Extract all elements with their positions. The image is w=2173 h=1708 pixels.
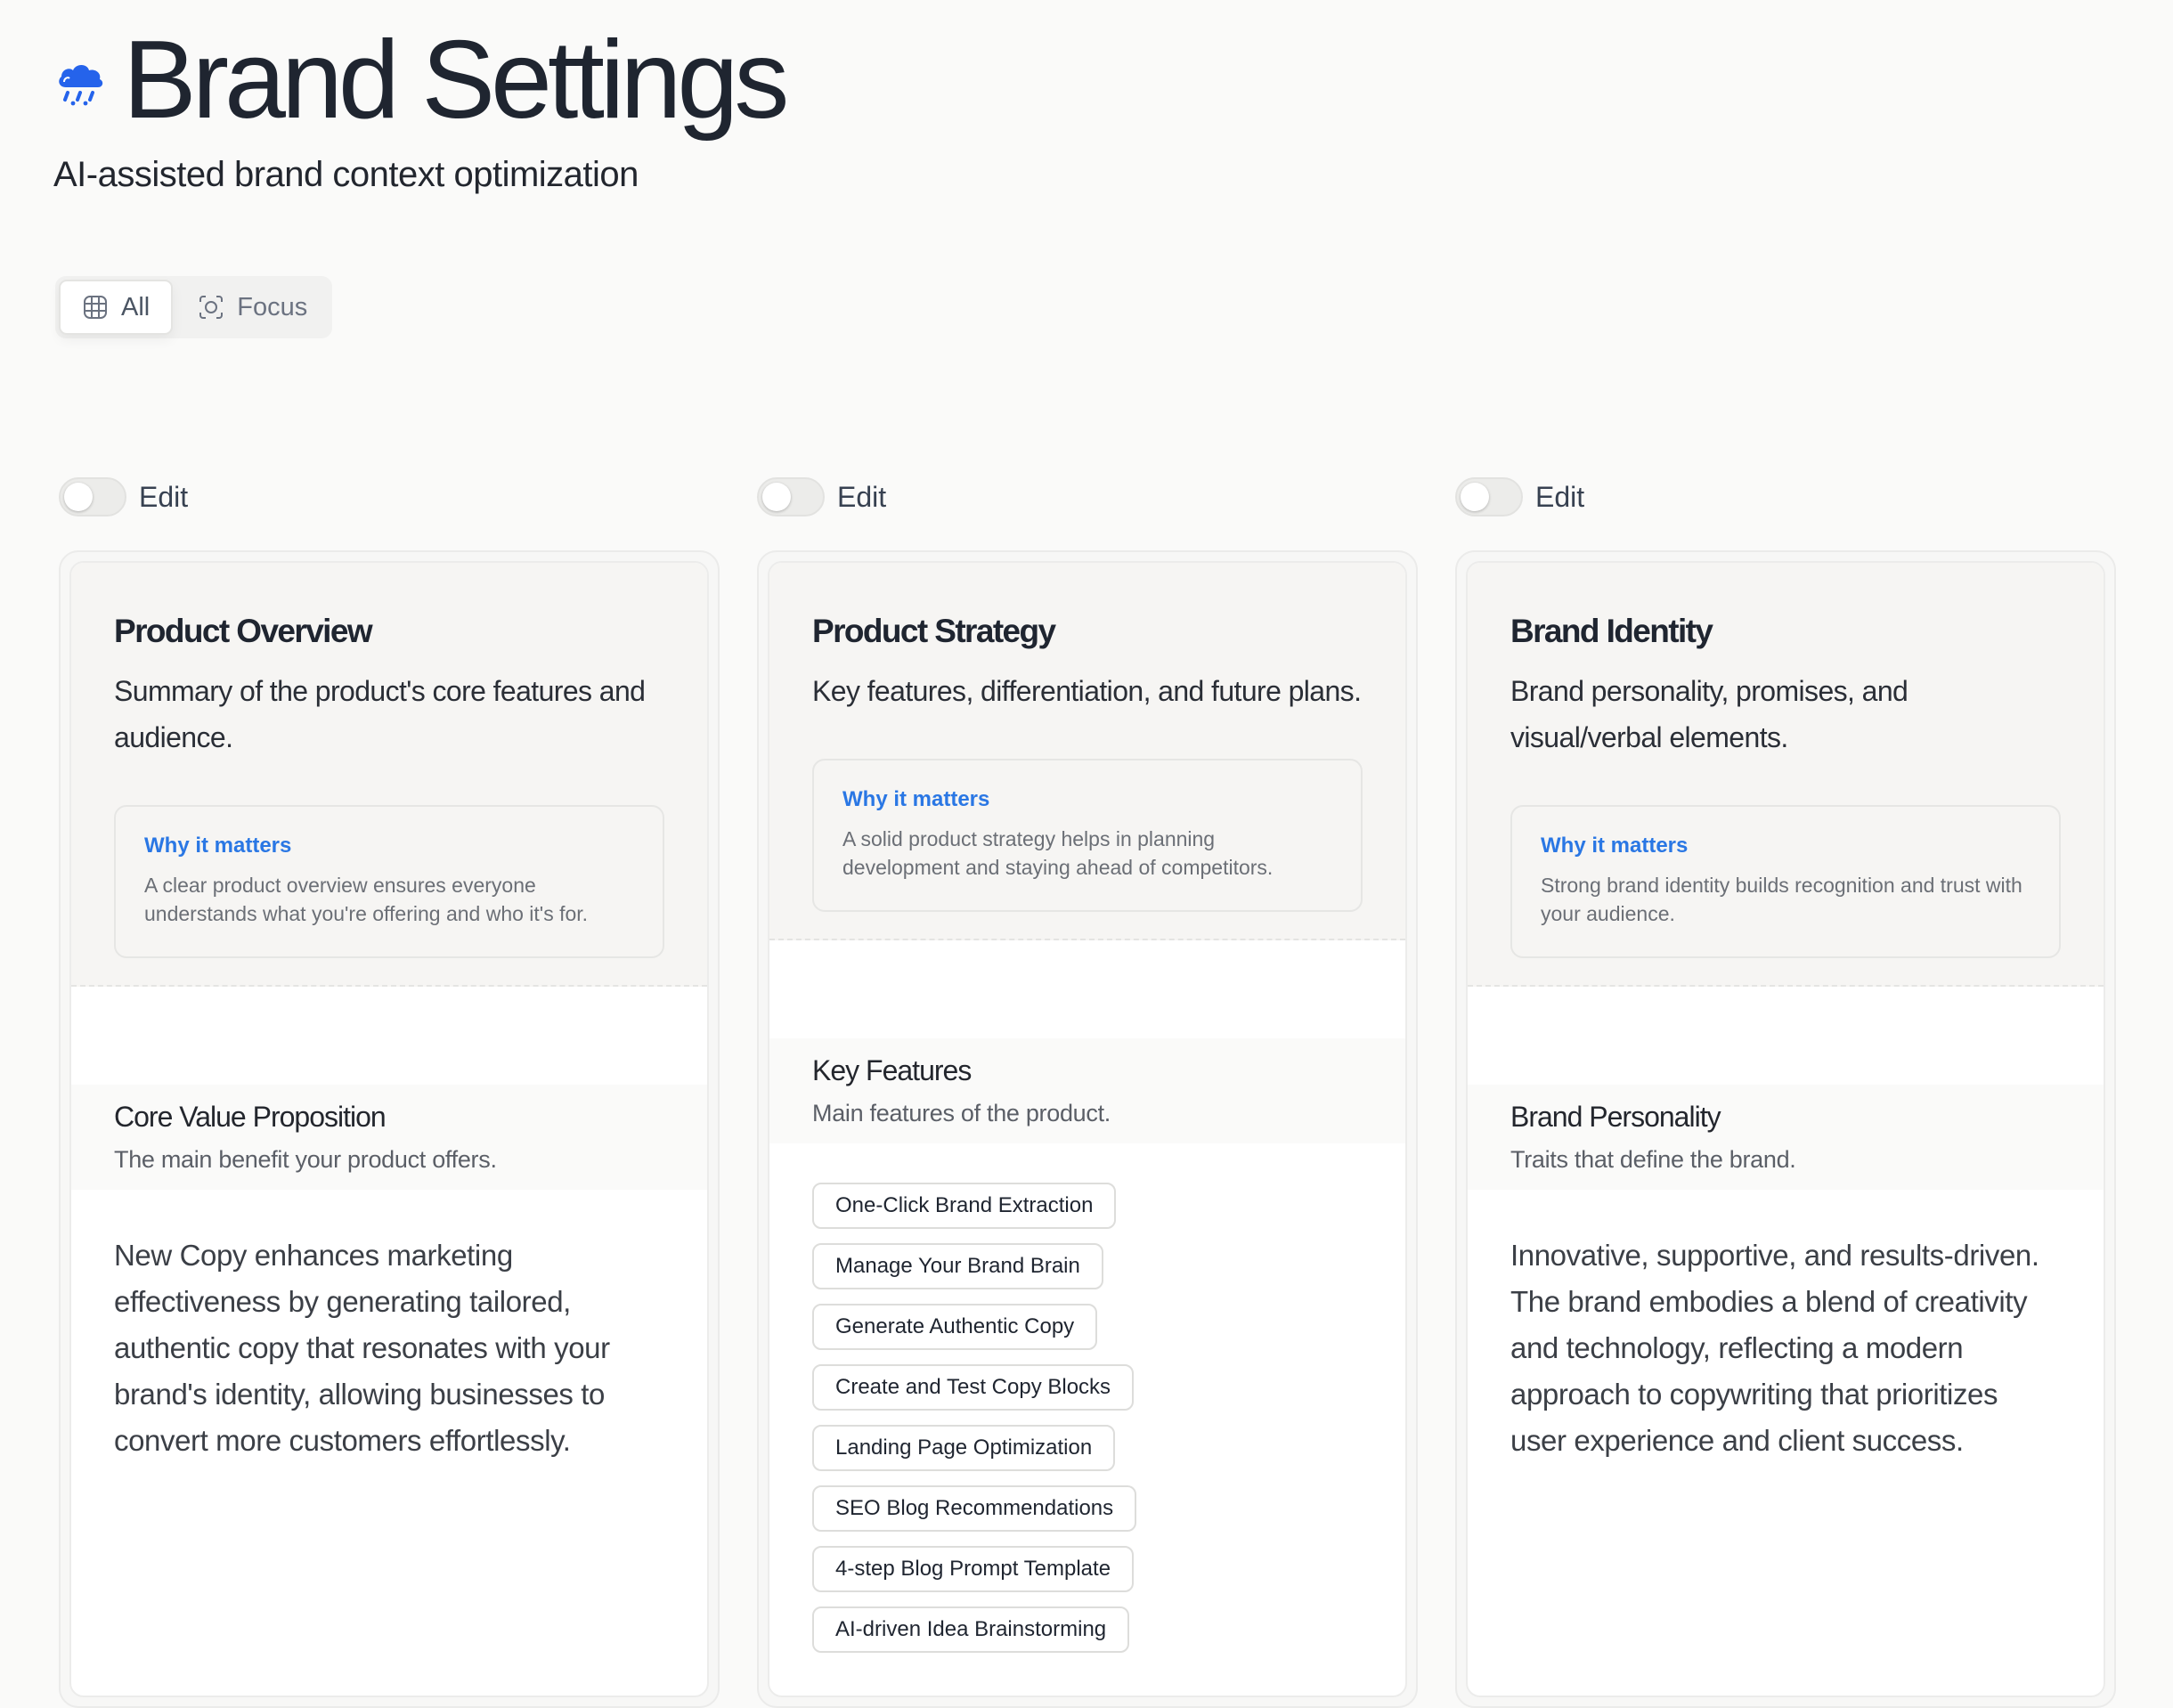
focus-target-icon <box>199 296 224 319</box>
feature-tag[interactable]: Generate Authentic Copy <box>812 1304 1098 1350</box>
column-brand-identity: Edit Brand Identity Brand personality, p… <box>1455 472 2116 1708</box>
section-header: Brand Personality Traits that define the… <box>1468 1085 2104 1190</box>
feature-tag[interactable]: One-Click Brand Extraction <box>812 1183 1117 1229</box>
column-product-overview: Edit Product Overview Summary of the pro… <box>59 472 720 1708</box>
feature-tag-list: One-Click Brand Extraction Manage Your B… <box>769 1143 1405 1653</box>
card-description: Summary of the product's core features a… <box>114 675 646 753</box>
feature-tag[interactable]: AI-driven Idea Brainstorming <box>812 1606 1130 1653</box>
edit-label: Edit <box>1535 480 1585 513</box>
card-description: Key features, differentiation, and futur… <box>812 675 1362 707</box>
switch-knob <box>64 483 93 511</box>
card-inner: Product Overview Summary of the product'… <box>69 561 709 1697</box>
why-it-matters-box: Why it matters A clear product overview … <box>114 805 664 958</box>
cloud-rain-icon <box>59 65 103 106</box>
switch-knob <box>1461 483 1489 511</box>
view-all-label: All <box>121 292 151 321</box>
card-title: Product Strategy <box>812 613 1056 649</box>
section-title: Key Features <box>812 1054 972 1086</box>
edit-label: Edit <box>139 480 189 513</box>
why-title: Why it matters <box>144 834 292 858</box>
card-title: Brand Identity <box>1510 613 1713 649</box>
card-description: Brand personality, promises, and visual/… <box>1510 675 1908 753</box>
card-header: Brand Identity Brand personality, promis… <box>1468 563 2104 987</box>
page-title: Brand Settings <box>123 19 789 142</box>
card-product-overview: Product Overview Summary of the product'… <box>59 550 720 1708</box>
feature-tag[interactable]: Manage Your Brand Brain <box>812 1243 1103 1289</box>
page-subtitle: AI-assisted brand context optimization <box>53 155 639 194</box>
section-header: Core Value Proposition The main benefit … <box>71 1085 707 1190</box>
edit-toggle-switch[interactable] <box>1455 477 1523 516</box>
feature-tag[interactable]: 4-step Blog Prompt Template <box>812 1546 1135 1592</box>
section-subtitle: The main benefit your product offers. <box>114 1146 497 1173</box>
edit-row: Edit <box>59 472 720 522</box>
card-product-strategy: Product Strategy Key features, different… <box>757 550 1418 1708</box>
card-header: Product Overview Summary of the product'… <box>71 563 707 987</box>
edit-toggle-switch[interactable] <box>59 477 126 516</box>
column-product-strategy: Edit Product Strategy Key features, diff… <box>757 472 1418 1708</box>
section-body-text: Innovative, supportive, and results-driv… <box>1510 1239 2039 1457</box>
view-focus-label: Focus <box>237 292 308 321</box>
feature-tag[interactable]: Landing Page Optimization <box>812 1425 1116 1471</box>
card-inner: Brand Identity Brand personality, promis… <box>1466 561 2105 1697</box>
card-brand-identity: Brand Identity Brand personality, promis… <box>1455 550 2116 1708</box>
section-body-text: New Copy enhances marketing effectivenes… <box>114 1239 610 1457</box>
view-focus-button[interactable]: Focus <box>176 280 329 335</box>
why-it-matters-box: Why it matters Strong brand identity bui… <box>1510 805 2061 958</box>
view-mode-toggle: All Focus <box>55 276 333 338</box>
why-title: Why it matters <box>842 787 990 811</box>
why-text: A solid product strategy helps in planni… <box>842 827 1274 879</box>
why-text: Strong brand identity builds recognition… <box>1541 874 2022 925</box>
page-header: Brand Settings AI-assisted brand context… <box>53 19 789 195</box>
section-title: Brand Personality <box>1510 1101 1721 1133</box>
section-title: Core Value Proposition <box>114 1101 387 1133</box>
edit-label: Edit <box>837 480 887 513</box>
edit-row: Edit <box>1455 472 2116 522</box>
edit-toggle-switch[interactable] <box>757 477 825 516</box>
card-header: Product Strategy Key features, different… <box>769 563 1405 940</box>
section-subtitle: Traits that define the brand. <box>1510 1146 1796 1173</box>
feature-tag[interactable]: Create and Test Copy Blocks <box>812 1364 1135 1411</box>
card-title: Product Overview <box>114 613 373 649</box>
section-header: Key Features Main features of the produc… <box>769 1038 1405 1143</box>
title-row: Brand Settings <box>53 19 789 142</box>
why-text: A clear product overview ensures everyon… <box>144 874 589 925</box>
view-all-button[interactable]: All <box>59 280 174 335</box>
switch-knob <box>762 483 791 511</box>
globe-grid-icon <box>84 296 107 319</box>
why-title: Why it matters <box>1541 834 1689 858</box>
section-subtitle: Main features of the product. <box>812 1100 1111 1126</box>
feature-tag[interactable]: SEO Blog Recommendations <box>812 1485 1137 1532</box>
why-it-matters-box: Why it matters A solid product strategy … <box>812 759 1363 912</box>
card-inner: Product Strategy Key features, different… <box>768 561 1407 1697</box>
edit-row: Edit <box>757 472 1418 522</box>
